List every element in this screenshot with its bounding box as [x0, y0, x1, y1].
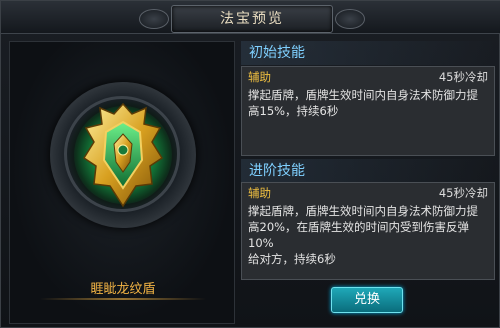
- initial-skill-desc-line: 高15%，持续6秒: [248, 104, 339, 118]
- initial-skill-desc-line: 撑起盾牌，盾牌生效时间内自身法术防御力提: [248, 88, 478, 102]
- skills-panel: 初始技能 辅助 45秒冷却 撑起盾牌，盾牌生效时间内自身法术防御力提 高15%，…: [241, 41, 495, 324]
- initial-skill-cooldown: 45秒冷却: [438, 70, 488, 84]
- advanced-skill-desc-line: 撑起盾牌，盾牌生效时间内自身法术防御力提: [248, 204, 478, 218]
- title-bar: 法宝预览: [1, 1, 500, 34]
- item-name: 睚眦龙纹盾: [90, 282, 156, 297]
- initial-skill-header: 初始技能: [241, 41, 495, 65]
- title-ornament-left-icon: [139, 9, 169, 29]
- advanced-skill-desc-line: 给对方，持续6秒: [248, 252, 336, 266]
- initial-skill-tag: 辅助: [248, 70, 271, 84]
- advanced-skill-header: 进阶技能: [241, 159, 495, 183]
- item-medallion: [50, 82, 196, 228]
- advanced-skill-cooldown: 45秒冷却: [438, 186, 488, 200]
- dragon-shield-icon: [82, 102, 164, 208]
- advanced-skill-desc-line: 高20%，在盾牌生效的时间内受到伤害反弹10%: [248, 220, 470, 250]
- advanced-skill-box: 辅助 45秒冷却 撑起盾牌，盾牌生效时间内自身法术防御力提 高20%，在盾牌生效…: [241, 182, 495, 280]
- advanced-skill-meta: 辅助 45秒冷却: [248, 185, 488, 201]
- item-preview-panel: 睚眦龙纹盾: [9, 41, 235, 324]
- window-title: 法宝预览: [220, 11, 284, 27]
- advanced-skill-tag: 辅助: [248, 186, 271, 200]
- item-name-underline: [40, 298, 206, 300]
- advanced-skill-description: 撑起盾牌，盾牌生效时间内自身法术防御力提 高20%，在盾牌生效的时间内受到伤害反…: [248, 203, 488, 267]
- initial-skill-box: 辅助 45秒冷却 撑起盾牌，盾牌生效时间内自身法术防御力提 高15%，持续6秒: [241, 66, 495, 156]
- exchange-button[interactable]: 兑换: [331, 287, 403, 313]
- initial-skill-meta: 辅助 45秒冷却: [248, 69, 488, 85]
- title-ornament-right-icon: [335, 9, 365, 29]
- treasure-preview-window: 法宝预览 睚眦龙纹盾 初始技能 辅助 45秒冷却 撑起盾牌，盾牌生效时间内自身法…: [0, 0, 500, 328]
- initial-skill-description: 撑起盾牌，盾牌生效时间内自身法术防御力提 高15%，持续6秒: [248, 87, 488, 119]
- title-plate: 法宝预览: [171, 5, 333, 33]
